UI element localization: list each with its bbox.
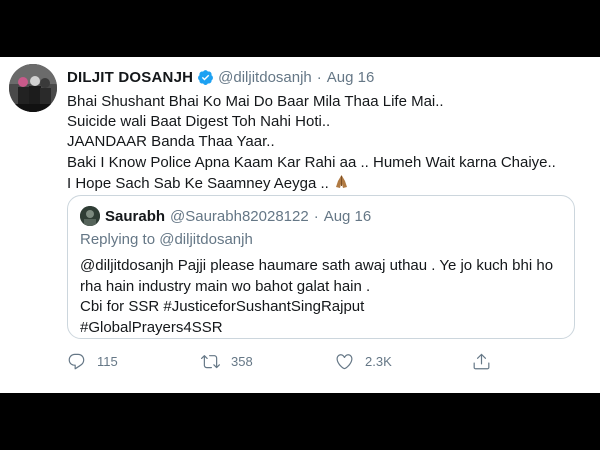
retweet-icon (201, 354, 220, 368)
tweet-line: I Hope Sach Sab Ke Saamney Aeyga .. (67, 174, 329, 192)
quoted-tweet-date: Aug 16 (323, 207, 372, 225)
author-name[interactable]: DILJIT DOSANJH (67, 69, 193, 86)
reply-count: 115 (97, 353, 118, 369)
tweet-line: Baki I Know Police Apna Kaam Kar Rahi aa… (67, 153, 556, 171)
quoted-tweet-line: @diljitdosanjh Pajji please haumare sath… (80, 257, 554, 274)
retweet-count: 358 (231, 353, 253, 369)
like-icon (336, 353, 353, 369)
retweet-button[interactable]: 358 (201, 349, 253, 373)
tweet-header: DILJIT DOSANJH @diljitdosanjh · Aug 16 (67, 67, 374, 87)
tweet-text: Bhai Shushant Bhai Ko Mai Do Baar Mila T… (67, 92, 587, 194)
quoted-tweet-line: Cbi for SSR #JusticeforSushantSingRajput (80, 298, 365, 315)
quoted-author-avatar (80, 206, 100, 226)
quoted-tweet-text: @diljitdosanjh Pajji please haumare sath… (80, 256, 570, 338)
replying-to: Replying to @diljitdosanjh (80, 231, 253, 248)
author-handle[interactable]: @diljitdosanjh (218, 69, 312, 86)
tweet-line-with-emoji: I Hope Sach Sab Ke Saamney Aeyga .. (67, 173, 587, 194)
tweet-line: JAANDAAR Banda Thaa Yaar.. (67, 133, 275, 151)
reply-button[interactable]: 115 (67, 349, 118, 373)
header-separator: · (316, 68, 322, 86)
quoted-tweet-line: #GlobalPrayers4SSR (80, 318, 223, 336)
verified-badge-icon (198, 69, 214, 85)
quoted-author-name: Saurabh (105, 207, 166, 225)
tweet-actions: 115 358 2.3K (67, 349, 587, 373)
tweet-card: DILJIT DOSANJH @diljitdosanjh · Aug 16 B… (0, 57, 600, 393)
reply-icon (68, 353, 85, 369)
tweet-line: Suicide wali Baat Digest Toh Nahi Hoti.. (67, 113, 331, 131)
quoted-tweet-header: Saurabh @Saurabh82028122 · Aug 16 (80, 206, 371, 226)
like-button[interactable]: 2.3K (335, 349, 392, 373)
quoted-tweet[interactable]: Saurabh @Saurabh82028122 · Aug 16 Replyi… (67, 195, 575, 339)
tweet-line: Bhai Shushant Bhai Ko Mai Do Baar Mila T… (67, 93, 444, 110)
author-avatar[interactable] (9, 64, 57, 112)
quoted-header-separator: · (313, 207, 319, 225)
quoted-tweet-line: rha hain industry main wo bahot galat ha… (80, 277, 371, 295)
share-button[interactable] (472, 349, 502, 373)
like-count: 2.3K (365, 353, 392, 369)
quoted-author-handle: @Saurabh82028122 (170, 207, 309, 225)
folded-hands-emoji-icon (336, 174, 348, 188)
tweet-date[interactable]: Aug 16 (327, 69, 375, 86)
share-icon (473, 353, 490, 369)
